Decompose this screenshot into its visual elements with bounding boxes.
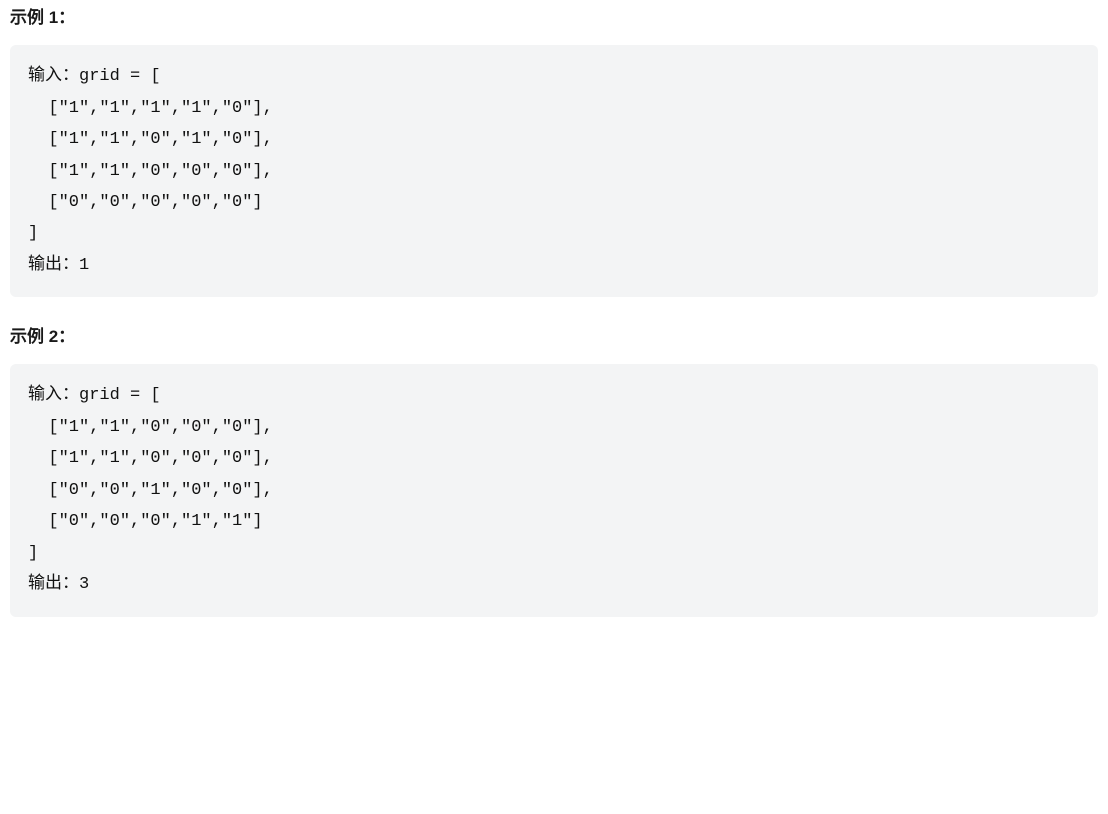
- example-2-label: 示例 2：: [10, 323, 1098, 350]
- example-2-code: 输入：grid = [ ["1","1","0","0","0"], ["1",…: [10, 364, 1098, 616]
- examples-container: 示例 1： 输入：grid = [ ["1","1","1","1","0"],…: [0, 4, 1108, 617]
- example-1-label: 示例 1：: [10, 4, 1098, 31]
- example-1-code: 输入：grid = [ ["1","1","1","1","0"], ["1",…: [10, 45, 1098, 297]
